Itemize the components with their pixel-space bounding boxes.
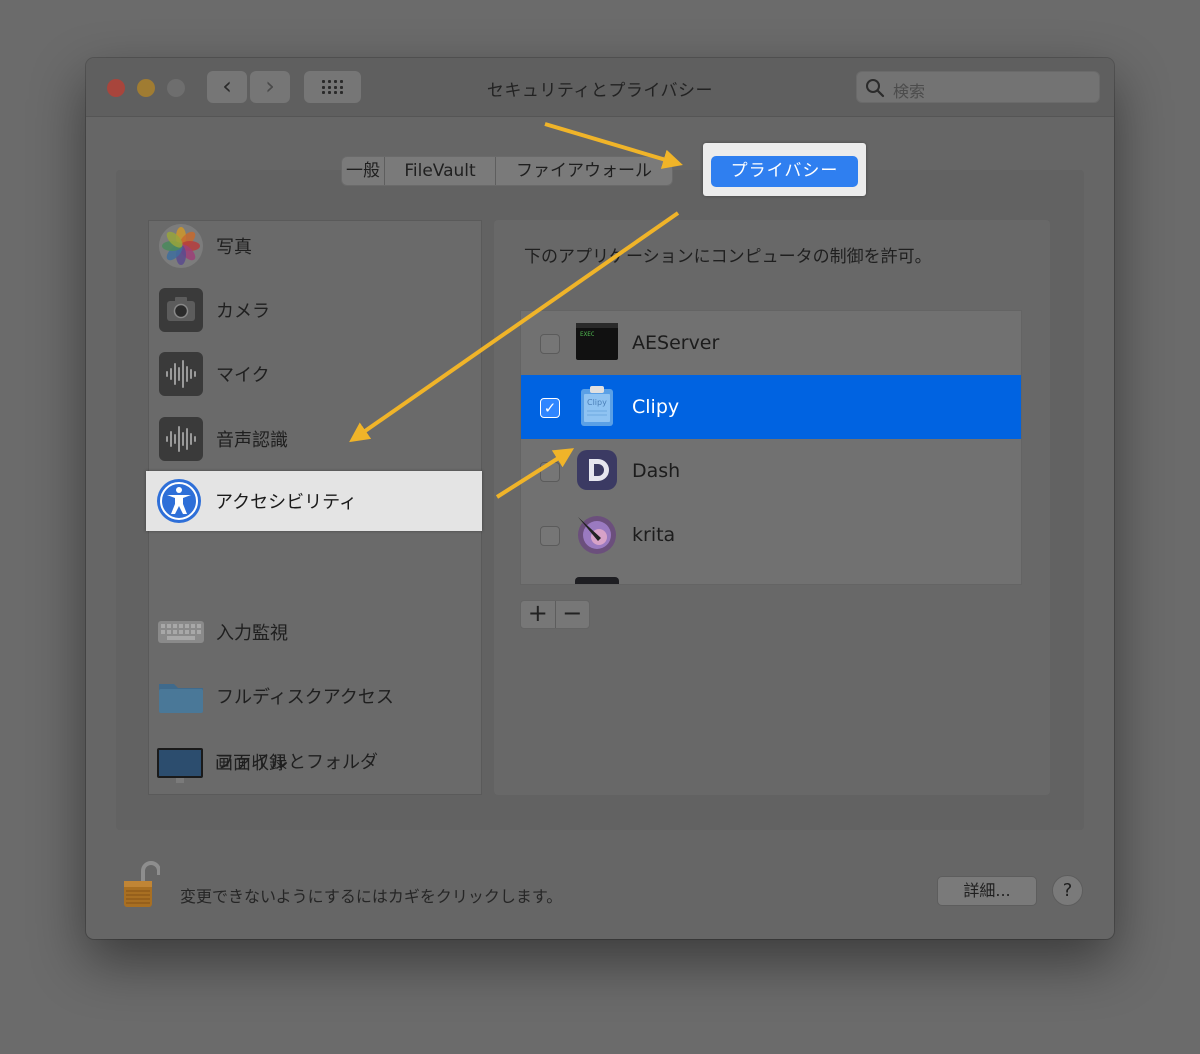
app-name: Clipy [632,396,680,418]
category-speech-recognition[interactable]: 音声認識 [149,408,481,472]
photos-icon [159,224,203,268]
tab-firewall[interactable]: ファイアウォール [496,157,672,185]
microphone-icon [159,352,203,396]
category-label: 画面収録 [215,753,287,774]
svg-text:Clipy: Clipy [587,398,607,407]
panel-instruction: 下のアプリケーションにコンピュータの制御を許可。 [524,247,932,267]
search-placeholder: 検索 [893,82,926,101]
tab-filevault[interactable]: FileVault [385,157,496,185]
help-button[interactable]: ? [1052,875,1083,906]
advanced-button[interactable]: 詳細... [937,876,1037,906]
krita-icon [578,516,616,554]
speech-recognition-icon [159,417,203,461]
category-accessibility[interactable]: アクセシビリティ [146,471,482,531]
camera-icon [159,288,203,332]
category-photos[interactable]: 写真 [149,215,481,279]
app-name: AEServer [632,332,720,354]
tab-general[interactable]: 一般 [342,157,385,185]
app-list: EXEC AEServer ✓ Clipy Clipy Dash krita [520,310,1022,585]
privacy-detail-panel: 下のアプリケーションにコンピュータの制御を許可。 EXEC AEServer ✓ [494,220,1050,795]
app-name: krita [632,524,676,546]
category-label: アクセシビリティ [215,492,358,513]
category-screen-recording-row[interactable]: 画面収録 [148,732,480,792]
category-label: マイク [216,365,270,386]
dash-icon [577,450,617,490]
app-icon-partial [575,577,619,584]
checkmark-icon: ✓ [543,399,557,417]
search-field[interactable]: 検索 [856,71,1100,103]
app-checkbox[interactable] [540,462,560,482]
display-icon [157,748,203,783]
category-camera[interactable]: カメラ [149,279,481,343]
remove-app-button[interactable]: − [556,601,590,628]
app-row-dash[interactable]: Dash [521,439,1021,503]
search-icon [866,79,885,98]
category-microphone[interactable]: マイク [149,343,481,407]
preferences-window: ‹ › セキュリティとプライバシー 検索 一般 FileVault ファイアウォ… [86,58,1114,939]
category-label: 写真 [216,237,252,258]
keyboard-icon [158,621,204,643]
app-row-aeserver[interactable]: EXEC AEServer [521,311,1021,375]
add-app-button[interactable]: + [521,601,556,628]
svg-text:EXEC: EXEC [580,331,595,338]
folder-icon [159,684,203,713]
app-row-krita[interactable]: krita [521,503,1021,567]
title-bar: ‹ › セキュリティとプライバシー 検索 [86,58,1114,117]
add-remove-control: + − [520,600,590,629]
clipboard-icon: Clipy [581,386,613,426]
app-row-clipy[interactable]: ✓ Clipy Clipy [521,375,1021,439]
app-row-partial [521,567,1021,584]
tab-privacy[interactable]: プライバシー [711,156,858,187]
category-label: 音声認識 [216,430,288,451]
app-checkbox[interactable]: ✓ [540,398,560,418]
tab-privacy-highlight: プライバシー [703,143,866,196]
app-checkbox[interactable] [540,334,560,354]
category-input-monitoring[interactable]: 入力監視 [149,601,481,665]
app-checkbox[interactable] [540,526,560,546]
category-full-disk-access[interactable]: フルディスクアクセス [149,665,481,729]
terminal-icon: EXEC [576,323,618,360]
category-label: カメラ [216,301,270,322]
unlocked-padlock-icon[interactable] [122,861,160,909]
category-label: 入力監視 [216,623,288,644]
lock-instruction: 変更できないようにするにはカギをクリックします。 [180,887,563,906]
app-name: Dash [632,460,681,482]
category-label: フルディスクアクセス [216,687,394,708]
accessibility-icon [157,479,201,523]
tab-bar: 一般 FileVault ファイアウォール [342,157,672,185]
